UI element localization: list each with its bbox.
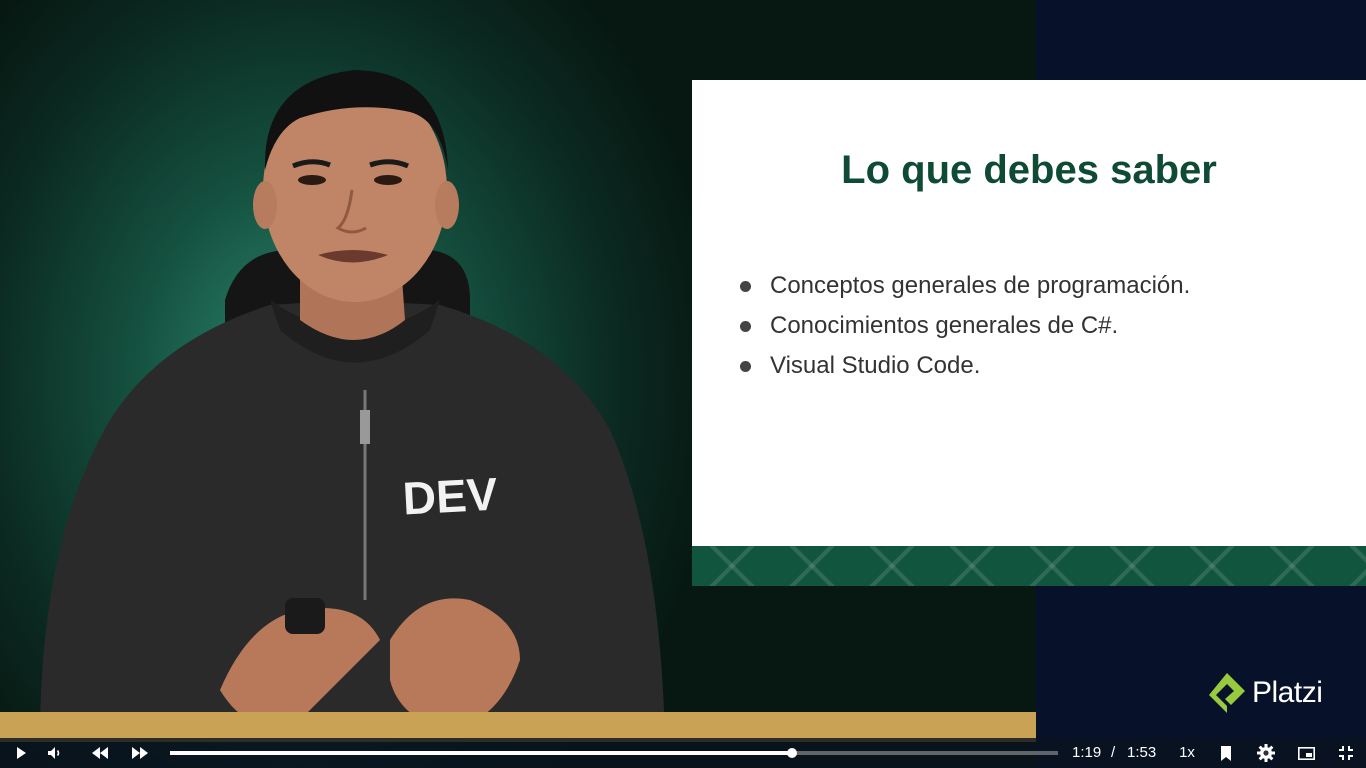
playback-speed-button[interactable]: 1x: [1176, 738, 1198, 768]
duration: 1:53: [1127, 744, 1157, 761]
exit-fullscreen-icon: [1339, 746, 1353, 760]
rewind-icon: [92, 747, 108, 759]
volume-icon: [48, 747, 60, 759]
shirt-logo: DEV: [401, 468, 498, 525]
progress-fill: [170, 751, 792, 755]
gear-icon: [1257, 744, 1275, 762]
progress-bar[interactable]: [170, 748, 1058, 758]
player-controls: 1:19 / 1:53 1x: [0, 738, 1366, 768]
bookmark-icon: [1221, 745, 1231, 761]
play-icon: [17, 747, 26, 759]
progress-knob[interactable]: [786, 748, 797, 758]
platzi-logo-text: Platzi: [1252, 676, 1323, 709]
current-time: 1:19: [1072, 744, 1102, 761]
settings-button[interactable]: [1251, 738, 1281, 768]
play-button[interactable]: [6, 738, 36, 768]
slide-bullet-list: Conceptos generales de programación. Con…: [740, 266, 1190, 386]
bookmark-button[interactable]: [1211, 738, 1241, 768]
presenter: DEV: [40, 70, 665, 740]
picture-in-picture-button[interactable]: [1291, 738, 1321, 768]
picture-in-picture-icon: [1297, 746, 1315, 760]
time-separator: /: [1111, 744, 1116, 761]
list-item: Conceptos generales de programación.: [740, 266, 1190, 306]
volume-button[interactable]: [40, 738, 70, 768]
slide-pattern-band: [692, 546, 1366, 586]
platzi-logo: Platzi: [1206, 670, 1323, 716]
list-item: Conocimientos generales de C#.: [740, 306, 1190, 346]
fast-forward-icon: [132, 747, 148, 759]
fast-forward-button[interactable]: [125, 738, 155, 768]
slide-title: Lo que debes saber: [841, 148, 1217, 192]
exit-fullscreen-button[interactable]: [1331, 738, 1361, 768]
list-item: Visual Studio Code.: [740, 346, 1190, 386]
platzi-logo-icon: [1209, 673, 1245, 713]
rewind-button[interactable]: [85, 738, 115, 768]
video-area[interactable]: DEV Lo que debes saber Conceptos general…: [0, 0, 1366, 768]
